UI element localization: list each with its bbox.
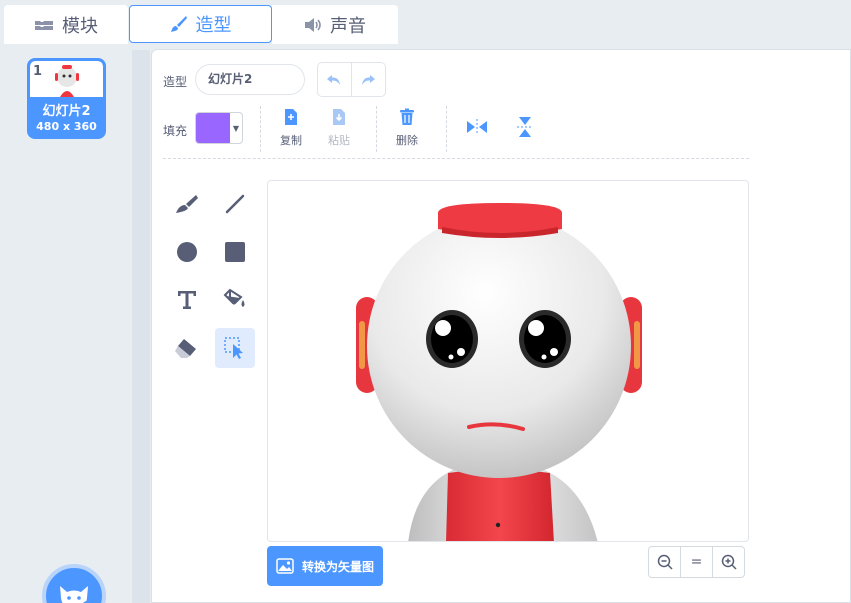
brush-icon <box>176 195 198 213</box>
tab-code-label: 模块 <box>62 15 98 37</box>
costume-list-scrollbar[interactable] <box>132 50 150 603</box>
redo-button[interactable] <box>352 63 386 96</box>
line-tool[interactable] <box>215 184 255 224</box>
cat-add-icon <box>60 586 91 603</box>
image-icon <box>276 558 294 574</box>
toolbar-divider <box>260 106 261 152</box>
fill-color-swatch <box>196 113 230 143</box>
zoom-in-button[interactable] <box>712 547 744 577</box>
convert-to-vector-button[interactable]: 转换为矢量图 <box>267 546 383 586</box>
line-icon <box>225 194 245 214</box>
zoom-out-button[interactable] <box>649 547 680 577</box>
zoom-in-icon <box>721 554 737 570</box>
zoom-controls: = <box>648 546 745 578</box>
rectangle-icon <box>225 242 245 262</box>
costume-number: 1 <box>33 64 43 79</box>
blocks-icon <box>35 20 53 30</box>
chevron-down-icon: ▼ <box>232 123 240 133</box>
paste-button[interactable]: 粘贴 <box>328 108 350 148</box>
copy-label: 复制 <box>280 134 302 147</box>
flip-horizontal-icon <box>467 119 487 135</box>
costume-item[interactable]: 1 幻灯片2 480 x 360 <box>27 58 106 139</box>
brush-icon <box>170 16 187 32</box>
costume-size: 480 x 360 <box>36 120 97 133</box>
flip-vertical-icon <box>517 117 533 137</box>
zoom-reset-button[interactable]: = <box>680 547 712 577</box>
toolbar-divider <box>376 106 377 152</box>
fill-tool[interactable] <box>215 280 255 320</box>
redo-icon <box>362 74 376 85</box>
circle-tool[interactable] <box>167 232 207 272</box>
trash-icon <box>400 108 414 125</box>
paste-label: 粘贴 <box>328 134 350 147</box>
flip-vertical-button[interactable] <box>516 116 534 138</box>
paste-icon <box>333 109 345 125</box>
toolbar-divider <box>446 106 447 152</box>
fill-color-picker[interactable]: ▼ <box>195 112 243 144</box>
text-tool[interactable] <box>167 280 207 320</box>
tab-costumes-label: 造型 <box>195 15 232 36</box>
flip-horizontal-button[interactable] <box>466 118 488 136</box>
toolbar-separator <box>163 158 749 159</box>
robot-costume-image <box>356 203 642 541</box>
zoom-out-icon <box>657 554 673 570</box>
delete-label: 删除 <box>396 134 418 147</box>
paint-canvas[interactable] <box>267 180 749 542</box>
copy-icon <box>285 109 297 125</box>
delete-button[interactable]: 删除 <box>396 108 418 148</box>
tab-costumes[interactable]: 造型 <box>129 5 272 43</box>
tab-sounds[interactable]: 声音 <box>272 5 398 44</box>
undo-button[interactable] <box>318 63 352 96</box>
undo-icon <box>327 74 341 85</box>
eraser-icon <box>175 339 196 358</box>
costume-name-label: 造型 <box>163 75 188 89</box>
editor-tabs: 模块 造型 声音 <box>0 0 851 44</box>
costume-name: 幻灯片2 <box>42 104 91 119</box>
undo-redo-group <box>317 62 386 97</box>
tab-sounds-label: 声音 <box>330 15 366 37</box>
text-icon <box>178 291 196 309</box>
paint-bucket-icon <box>223 288 245 307</box>
brush-tool[interactable] <box>167 184 207 224</box>
eraser-tool[interactable] <box>167 328 207 368</box>
rectangle-tool[interactable] <box>215 232 255 272</box>
select-tool[interactable] <box>215 328 255 368</box>
costume-name-input[interactable]: 幻灯片2 <box>195 64 305 95</box>
convert-to-vector-label: 转换为矢量图 <box>301 559 374 574</box>
circle-icon <box>177 242 197 262</box>
copy-button[interactable]: 复制 <box>280 108 302 148</box>
select-icon <box>224 337 243 359</box>
tab-code[interactable]: 模块 <box>4 5 128 44</box>
speaker-icon <box>305 17 321 32</box>
fill-label: 填充 <box>163 124 188 138</box>
